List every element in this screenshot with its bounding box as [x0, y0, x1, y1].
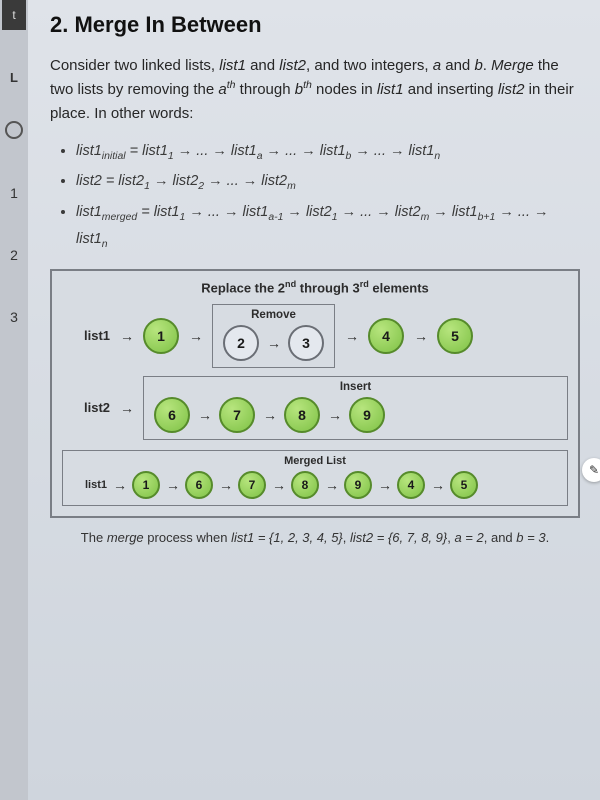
list1-row: list1 → 1 → Remove 2 → 3 → 4 → 5 — [62, 304, 568, 368]
arrow-icon: → — [325, 477, 338, 493]
node-5: 5 — [437, 318, 473, 354]
arrow-icon: → — [263, 407, 276, 423]
arrow-icon: → — [166, 477, 179, 493]
merged-node: 6 — [185, 471, 213, 499]
rail-step-2[interactable]: 2 — [10, 247, 18, 263]
arrow-icon: → — [189, 328, 202, 344]
edit-icon[interactable]: ✎ — [582, 458, 600, 482]
list2-label: list2 — [62, 400, 110, 415]
insert-label: Insert — [154, 381, 557, 393]
merged-node: 5 — [450, 471, 478, 499]
def-list2: list2 = list21 → list22 → ... → list2m — [76, 169, 580, 196]
rail-step-1[interactable]: 1 — [10, 185, 18, 201]
arrow-icon: → — [120, 328, 133, 344]
merged-node: 8 — [291, 471, 319, 499]
arrow-icon: → — [378, 477, 391, 493]
merged-label: Merged List — [71, 455, 559, 467]
arrow-icon: → — [198, 407, 211, 423]
problem-title: 2. Merge In Between — [50, 12, 580, 38]
list2-row: list2 → Insert 6 → 7 → 8 → 9 — [62, 376, 568, 440]
remove-label: Remove — [223, 309, 324, 321]
arrow-icon: → — [345, 328, 358, 344]
diagram: Replace the 2nd through 3rd elements lis… — [50, 269, 580, 517]
arrow-icon: → — [328, 407, 341, 423]
rail-tab[interactable]: t — [2, 0, 26, 30]
merged-node: 4 — [397, 471, 425, 499]
merged-node: 7 — [238, 471, 266, 499]
diagram-caption: The merge process when list1 = {1, 2, 3,… — [50, 528, 580, 548]
list1-label: list1 — [62, 328, 110, 343]
node-2: 2 — [223, 325, 259, 361]
node-6: 6 — [154, 397, 190, 433]
node-4: 4 — [368, 318, 404, 354]
arrow-icon: → — [219, 477, 232, 493]
circle-icon[interactable] — [5, 121, 23, 139]
node-9: 9 — [349, 397, 385, 433]
def-merged: list1merged = list11 → ... → list1a-1 → … — [76, 200, 580, 253]
left-rail: t L 1 2 3 — [0, 0, 28, 800]
merged-node: 1 — [132, 471, 160, 499]
def-initial: list1initial = list11 → ... → list1a → .… — [76, 139, 580, 166]
node-8: 8 — [284, 397, 320, 433]
node-7: 7 — [219, 397, 255, 433]
problem-content: 2. Merge In Between Consider two linked … — [28, 0, 600, 800]
arrow-icon: → — [431, 477, 444, 493]
node-1: 1 — [143, 318, 179, 354]
arrow-icon: → — [120, 400, 133, 416]
rail-item-l[interactable]: L — [10, 70, 18, 85]
arrow-icon: → — [113, 477, 126, 493]
problem-intro: Consider two linked lists, list1 and lis… — [50, 54, 580, 125]
diagram-title: Replace the 2nd through 3rd elements — [62, 279, 568, 295]
arrow-icon: → — [414, 328, 427, 344]
arrow-icon: → — [272, 477, 285, 493]
merged-node: 9 — [344, 471, 372, 499]
definition-list: list1initial = list11 → ... → list1a → .… — [50, 139, 580, 254]
list1-label-merged: list1 — [71, 479, 107, 491]
arrow-icon: → — [267, 335, 280, 351]
node-3: 3 — [288, 325, 324, 361]
merged-group: Merged List list1 → 1 → 6 → 7 → 8 → 9 → … — [62, 450, 568, 506]
rail-step-3[interactable]: 3 — [10, 309, 18, 325]
remove-group: Remove 2 → 3 — [212, 304, 335, 368]
insert-group: Insert 6 → 7 → 8 → 9 — [143, 376, 568, 440]
